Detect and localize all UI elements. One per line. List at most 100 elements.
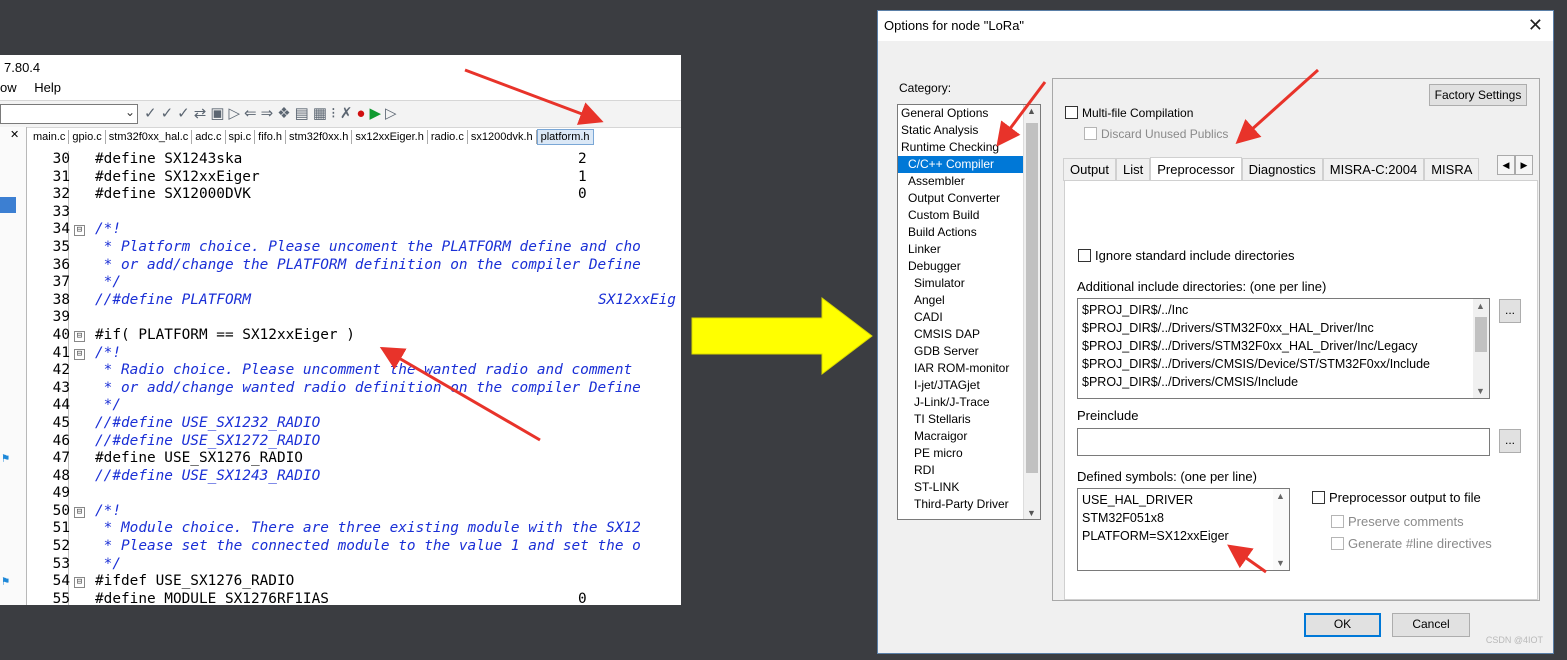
category-item[interactable]: RDI (898, 462, 1040, 479)
tab-scroll-left-icon[interactable]: ◀ (1497, 155, 1515, 175)
tab-sx12xxeiger-h[interactable]: sx12xxEiger.h (352, 130, 428, 144)
code-editor[interactable]: 30 #define SX1243ska 2 31 #define SX12xxEige… (2, 151, 681, 605)
breakpoint-icon[interactable]: ⁝ (331, 105, 340, 122)
close-icon[interactable]: ✕ (10, 128, 19, 141)
navigate-icon[interactable]: ▣ (210, 105, 228, 122)
code-line[interactable]: 30 #define SX1243ska 2 (30, 151, 681, 169)
tab-platform-h[interactable]: platform.h (536, 129, 594, 145)
category-item[interactable]: Macraigor (898, 428, 1040, 445)
code-line[interactable]: 48 //#define USE_SX1243_RADIO (30, 468, 681, 486)
code-line[interactable]: 46 //#define USE_SX1272_RADIO (30, 433, 681, 451)
scroll-thumb[interactable] (1475, 317, 1487, 352)
category-item[interactable]: Third-Party Driver (898, 496, 1040, 513)
category-item[interactable]: Angel (898, 292, 1040, 309)
code-line[interactable]: 31 #define SX12xxEiger 1 (30, 169, 681, 187)
code-line[interactable]: 44 */ (30, 397, 681, 415)
multifile-checkbox[interactable]: Multi-file Compilation (1065, 106, 1193, 120)
tab-stm32f0xx-hal-c[interactable]: stm32f0xx_hal.c (105, 130, 193, 144)
tab-misra-2004[interactable]: MISRA-C:2004 (1322, 158, 1425, 181)
cancel-button[interactable]: Cancel (1392, 613, 1470, 637)
stop-icon[interactable]: ● (356, 105, 369, 122)
close-icon[interactable]: ✕ (1528, 15, 1543, 36)
tab-diagnostics[interactable]: Diagnostics (1241, 158, 1323, 181)
menu-help[interactable]: Help (34, 80, 61, 95)
compile-icon[interactable]: ❖ (277, 105, 294, 122)
include-scrollbar[interactable]: ▲ ▼ (1473, 299, 1489, 398)
bookmark-icon[interactable]: ⚑ (2, 573, 9, 591)
tab-adc-c[interactable]: adc.c (192, 130, 226, 144)
code-line[interactable]: 47 ⚑ #define USE_SX1276_RADIO (2, 450, 681, 468)
go-icon[interactable]: ▷ (229, 105, 245, 122)
code-line[interactable]: 45 //#define USE_SX1232_RADIO (30, 415, 681, 433)
fold-toggle-icon[interactable]: ⊟ (74, 330, 85, 342)
category-item[interactable]: PE micro (898, 445, 1040, 462)
code-line[interactable]: 50 ⊟ /*! (30, 503, 681, 521)
category-item[interactable]: CADI (898, 309, 1040, 326)
category-item[interactable]: General Options (898, 105, 1040, 122)
tab-gpio-c[interactable]: gpio.c (69, 130, 106, 144)
include-browse-button[interactable]: ... (1499, 299, 1521, 323)
category-item[interactable]: Build Actions (898, 224, 1040, 241)
category-item[interactable]: CMSIS DAP (898, 326, 1040, 343)
code-line[interactable]: 52 * Please set the connected module to … (30, 538, 681, 556)
scroll-up-icon[interactable]: ▲ (1276, 491, 1285, 501)
tab-radio-c[interactable]: radio.c (427, 130, 468, 144)
forward-icon[interactable]: ⇒ (261, 105, 278, 122)
tab-fifo-h[interactable]: fifo.h (255, 130, 287, 144)
stop-build-icon[interactable]: ▦ (313, 105, 331, 122)
checkbox-box[interactable] (1312, 491, 1325, 504)
find-combo[interactable]: ⌄ (0, 104, 138, 124)
category-item[interactable]: Output Converter (898, 190, 1040, 207)
code-line[interactable]: 43 * or add/change wanted radio definiti… (30, 380, 681, 398)
selected-node[interactable] (0, 197, 16, 213)
include-dirs-textbox[interactable]: $PROJ_DIR$/../Inc $PROJ_DIR$/../Drivers/S… (1077, 298, 1490, 399)
preserve-comments-checkbox[interactable]: Preserve comments (1331, 514, 1464, 529)
scroll-up-icon[interactable]: ▲ (1027, 106, 1036, 116)
checkbox-box[interactable] (1084, 127, 1097, 140)
category-item[interactable]: Assembler (898, 173, 1040, 190)
make-icon[interactable]: ▤ (295, 105, 313, 122)
tab-list[interactable]: List (1116, 158, 1151, 181)
code-line[interactable]: 34 ⊟ /*! (30, 221, 681, 239)
next-bookmark-icon[interactable]: ✓ (161, 105, 178, 122)
scroll-down-icon[interactable]: ▼ (1476, 386, 1485, 396)
tab-misra[interactable]: MISRA (1424, 158, 1480, 181)
category-scrollbar[interactable]: ▲ ▼ (1023, 105, 1040, 519)
category-item[interactable]: I-jet/JTAGjet (898, 377, 1040, 394)
code-line[interactable]: 32 #define SX12000DVK 0 (30, 186, 681, 204)
preinclude-input[interactable] (1077, 428, 1490, 456)
checkbox-box[interactable] (1065, 106, 1078, 119)
tab-scroll-right-icon[interactable]: ▶ (1515, 155, 1533, 175)
category-item[interactable]: Linker (898, 241, 1040, 258)
category-item[interactable]: ST-LINK (898, 479, 1040, 496)
category-list[interactable]: General Options Static Analysis Runtime Ch… (897, 104, 1041, 520)
category-item[interactable]: C/C++ Compiler (898, 156, 1040, 173)
scroll-down-icon[interactable]: ▼ (1276, 558, 1285, 568)
tab-main-c[interactable]: main.c (30, 130, 70, 144)
debug-without-download-icon[interactable]: ▷ (385, 105, 401, 122)
scroll-down-icon[interactable]: ▼ (1027, 508, 1036, 518)
fold-toggle-icon[interactable]: ⊟ (74, 577, 85, 589)
code-line[interactable]: 38 //#define PLATFORM SX12xxEig (30, 292, 681, 310)
category-item[interactable]: GDB Server (898, 343, 1040, 360)
pp-output-checkbox[interactable]: Preprocessor output to file (1312, 490, 1481, 505)
code-line[interactable]: 36 * or add/change the PLATFORM definiti… (30, 257, 681, 275)
code-line[interactable]: 51 * Module choice. There are three exis… (30, 520, 681, 538)
scroll-thumb[interactable] (1026, 123, 1038, 473)
category-item[interactable]: IAR ROM-monitor (898, 360, 1040, 377)
code-line[interactable]: 55 #define MODULE_SX1276RF1IAS 0 (30, 591, 681, 605)
checkbox-box[interactable] (1331, 537, 1344, 550)
code-line[interactable]: 53 */ (30, 556, 681, 574)
code-line[interactable]: 39 (30, 309, 681, 327)
ignore-std-checkbox[interactable]: Ignore standard include directories (1078, 248, 1294, 263)
fold-toggle-icon[interactable]: ⊟ (74, 506, 85, 518)
chevron-down-icon[interactable]: ⌄ (125, 105, 135, 119)
toggle-bookmark-icon[interactable]: ✓ (144, 105, 161, 122)
code-line[interactable]: 37 */ (30, 274, 681, 292)
generate-line-checkbox[interactable]: Generate #line directives (1331, 536, 1492, 551)
tab-stm32f0xx-h[interactable]: stm32f0xx.h (286, 130, 353, 144)
category-item[interactable]: Custom Build (898, 207, 1040, 224)
category-item[interactable]: J-Link/J-Trace (898, 394, 1040, 411)
bookmark-icon[interactable]: ⚑ (2, 450, 9, 468)
category-item[interactable]: Simulator (898, 275, 1040, 292)
